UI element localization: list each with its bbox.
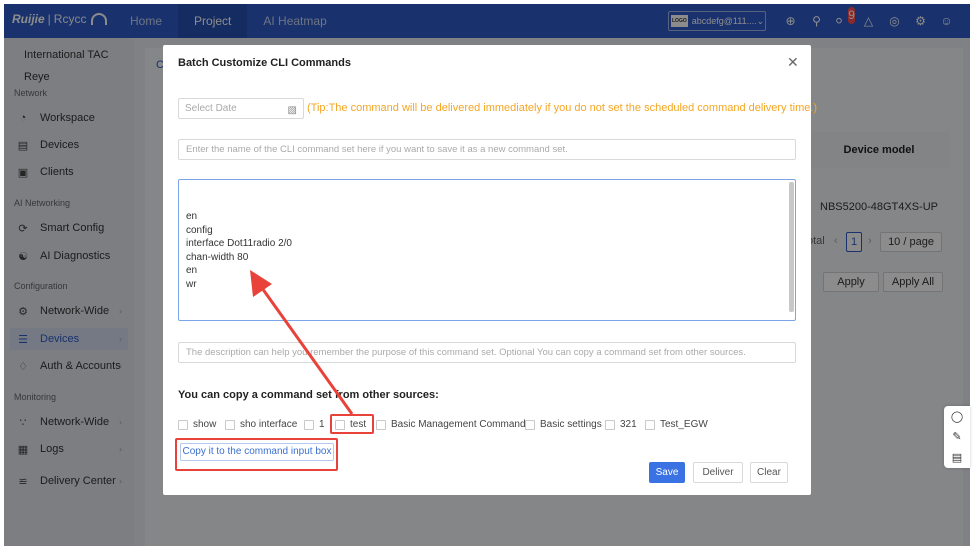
checkbox[interactable]: [645, 419, 655, 430]
command-set-label: Basic Management Commands: [391, 419, 531, 430]
cli-command-textarea[interactable]: en config interface Dot11radio 2/0 chan-…: [178, 179, 796, 321]
deliver-button[interactable]: Deliver: [693, 462, 743, 483]
command-set-label: sho interface: [240, 419, 298, 430]
command-set-checkbox[interactable]: sho interface: [225, 419, 297, 430]
chat-icon[interactable]: ◯: [951, 410, 963, 423]
annotation-box-test: [330, 414, 374, 434]
delivery-tip: (Tip:The command will be delivered immed…: [307, 102, 818, 114]
clear-button[interactable]: Clear: [750, 462, 788, 483]
description-input[interactable]: The description can help you remember th…: [178, 342, 796, 363]
checkbox[interactable]: [178, 419, 188, 430]
modal-title: Batch Customize CLI Commands: [178, 57, 351, 69]
command-set-label: Test_EGW: [660, 419, 708, 430]
copy-source-heading: You can copy a command set from other so…: [178, 389, 439, 401]
command-set-checkbox[interactable]: Basic Management Commands: [376, 419, 531, 430]
command-set-label: 1: [319, 419, 325, 430]
date-picker-placeholder: Select Date: [185, 103, 237, 114]
date-picker[interactable]: Select Date ▧: [178, 98, 304, 119]
command-set-checkbox[interactable]: Basic settings: [525, 419, 602, 430]
command-set-label: Basic settings: [540, 419, 602, 430]
command-set-name-input[interactable]: Enter the name of the CLI command set he…: [178, 139, 796, 160]
save-button[interactable]: Save: [649, 462, 685, 483]
checkbox[interactable]: [605, 419, 615, 430]
command-set-checkbox[interactable]: Test_EGW: [645, 419, 708, 430]
edit-icon[interactable]: ✎: [952, 430, 961, 443]
cli-line: wr: [186, 278, 197, 290]
command-set-checkbox[interactable]: 321: [605, 419, 637, 430]
floating-toolbar: ◯ ✎ ▤: [944, 406, 970, 468]
cli-line: en: [186, 265, 198, 277]
command-set-checkbox[interactable]: 1: [304, 419, 325, 430]
checkbox[interactable]: [304, 419, 314, 430]
cli-line: config: [186, 224, 213, 236]
command-set-label: show: [193, 419, 217, 430]
cli-line: en: [186, 211, 198, 222]
command-set-label: 321: [620, 419, 637, 430]
checkbox[interactable]: [525, 419, 535, 430]
cli-line: chan-width 80: [186, 251, 249, 263]
cli-line: interface Dot11radio 2/0: [186, 238, 292, 250]
checkbox[interactable]: [376, 419, 386, 430]
close-icon[interactable]: ✕: [787, 54, 799, 71]
calendar-icon: ▧: [287, 105, 297, 116]
annotation-box-copy: [175, 438, 338, 471]
batch-cli-modal: Batch Customize CLI Commands ✕ Select Da…: [163, 45, 817, 495]
clipboard-icon[interactable]: ▤: [952, 451, 962, 464]
checkbox[interactable]: [225, 419, 235, 430]
command-set-checkbox[interactable]: show: [178, 419, 216, 430]
textarea-scrollbar[interactable]: [789, 182, 794, 312]
